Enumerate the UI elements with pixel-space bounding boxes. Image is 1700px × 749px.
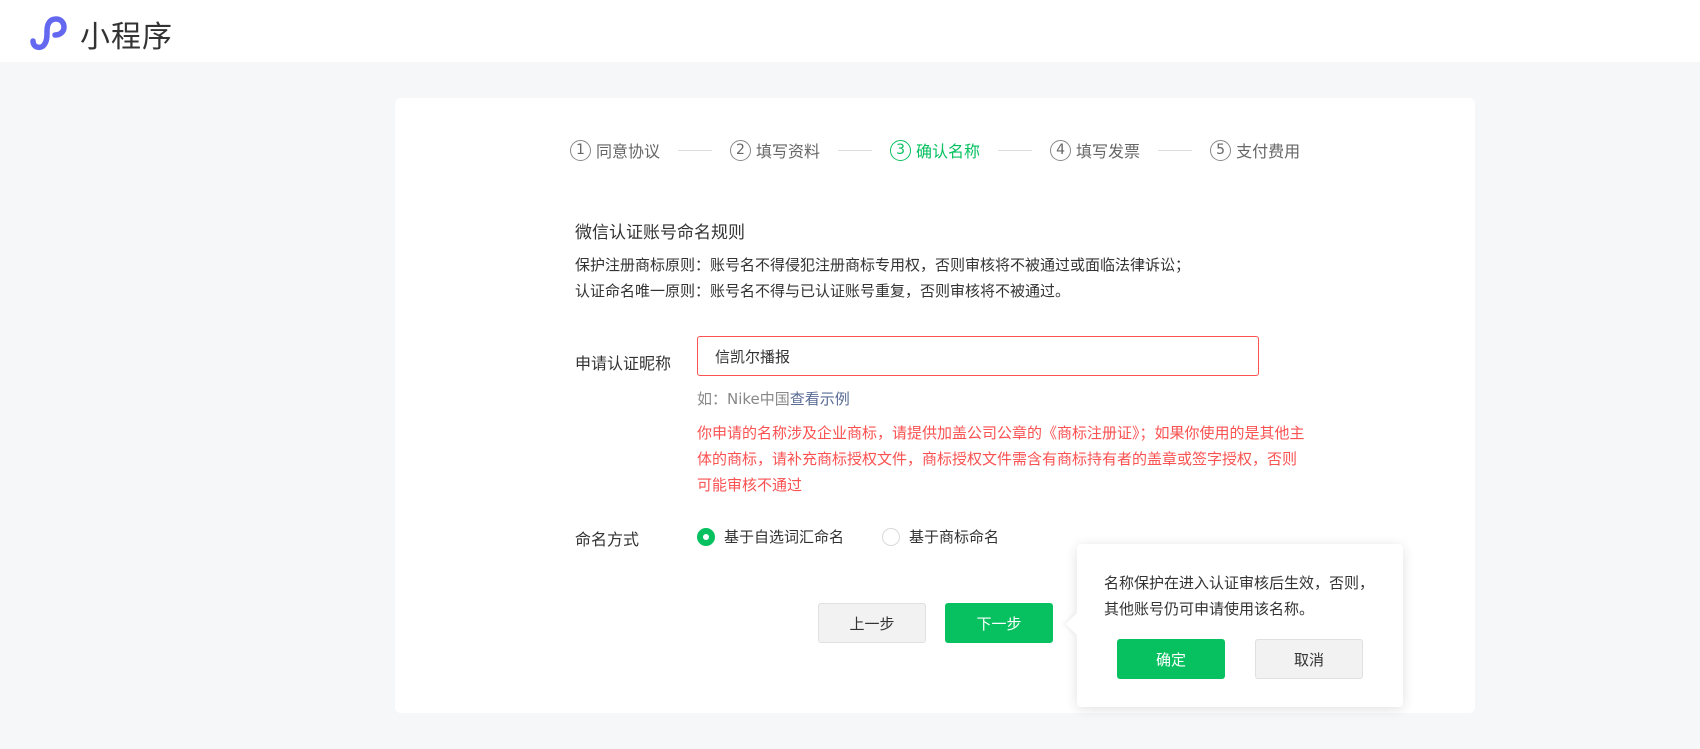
- step-label: 支付费用: [1236, 142, 1301, 161]
- trademark-warning: 你申请的名称涉及企业商标，请提供加盖公司公章的《商标注册证》；如果你使用的是其他…: [697, 424, 1305, 494]
- next-step-button[interactable]: 下一步: [945, 603, 1053, 643]
- radio-unchecked-icon: [882, 527, 901, 546]
- step-number: 3: [890, 139, 912, 161]
- step-number: 5: [1210, 139, 1232, 161]
- step-label: 填写发票: [1076, 142, 1141, 161]
- step-divider: [1158, 149, 1193, 151]
- miniprogram-logo-icon[interactable]: [27, 11, 71, 51]
- naming-mode-label: 命名方式: [575, 530, 640, 549]
- view-example-link[interactable]: 查看示例: [790, 390, 850, 408]
- step-number: 2: [730, 139, 752, 161]
- prev-step-button[interactable]: 上一步: [818, 603, 926, 643]
- step-number: 1: [570, 139, 591, 161]
- step-fill-info: 2 填写资料: [730, 138, 820, 162]
- popover-message: 名称保护在进入认证审核后生效，否则，其他账号仍可申请使用该名称。: [1104, 574, 1375, 618]
- radio-trademark[interactable]: 基于商标命名: [882, 526, 999, 547]
- brand-title: 小程序: [80, 20, 173, 55]
- radio-label: 基于商标命名: [909, 528, 1000, 546]
- radio-custom-words[interactable]: 基于自选词汇命名: [697, 526, 844, 547]
- step-agree: 1 同意协议: [570, 138, 660, 162]
- step-divider: [678, 149, 713, 151]
- confirm-popover: 名称保护在进入认证审核后生效，否则，其他账号仍可申请使用该名称。 确定 取消: [1077, 544, 1403, 707]
- naming-rules-title: 微信认证账号命名规则: [575, 223, 745, 243]
- radio-checked-icon: [697, 527, 715, 546]
- step-divider: [998, 149, 1033, 151]
- hint-example-text: 如：Nike中国: [697, 390, 790, 408]
- rule-trademark: 保护注册商标原则：账号名不得侵犯注册商标专用权，否则审核将不被通过或面临法律诉讼…: [575, 256, 1191, 274]
- nickname-label: 申请认证昵称: [575, 354, 672, 373]
- nickname-hint: 如：Nike中国查看示例: [697, 388, 850, 409]
- steps-bar: 1 同意协议 2 填写资料 3 确认名称 4 填写发票 5 支付费用: [570, 138, 1300, 162]
- step-confirm-name: 3 确认名称: [890, 138, 980, 162]
- step-label: 同意协议: [596, 142, 661, 161]
- popover-confirm-button[interactable]: 确定: [1117, 639, 1225, 679]
- radio-label: 基于自选词汇命名: [724, 528, 845, 546]
- step-number: 4: [1050, 139, 1072, 161]
- popover-cancel-button[interactable]: 取消: [1255, 639, 1363, 679]
- top-bar: 小程序: [0, 0, 1700, 62]
- naming-mode-radio-group: 基于自选词汇命名 基于商标命名: [697, 526, 1037, 547]
- step-label: 填写资料: [756, 142, 821, 161]
- step-payment: 5 支付费用: [1210, 138, 1300, 162]
- step-divider: [838, 149, 873, 151]
- step-label: 确认名称: [916, 142, 981, 161]
- step-invoice: 4 填写发票: [1050, 138, 1140, 162]
- rule-unique: 认证命名唯一原则：账号名不得与已认证账号重复，否则审核将不被通过。: [575, 282, 1071, 300]
- nickname-input[interactable]: [697, 336, 1259, 376]
